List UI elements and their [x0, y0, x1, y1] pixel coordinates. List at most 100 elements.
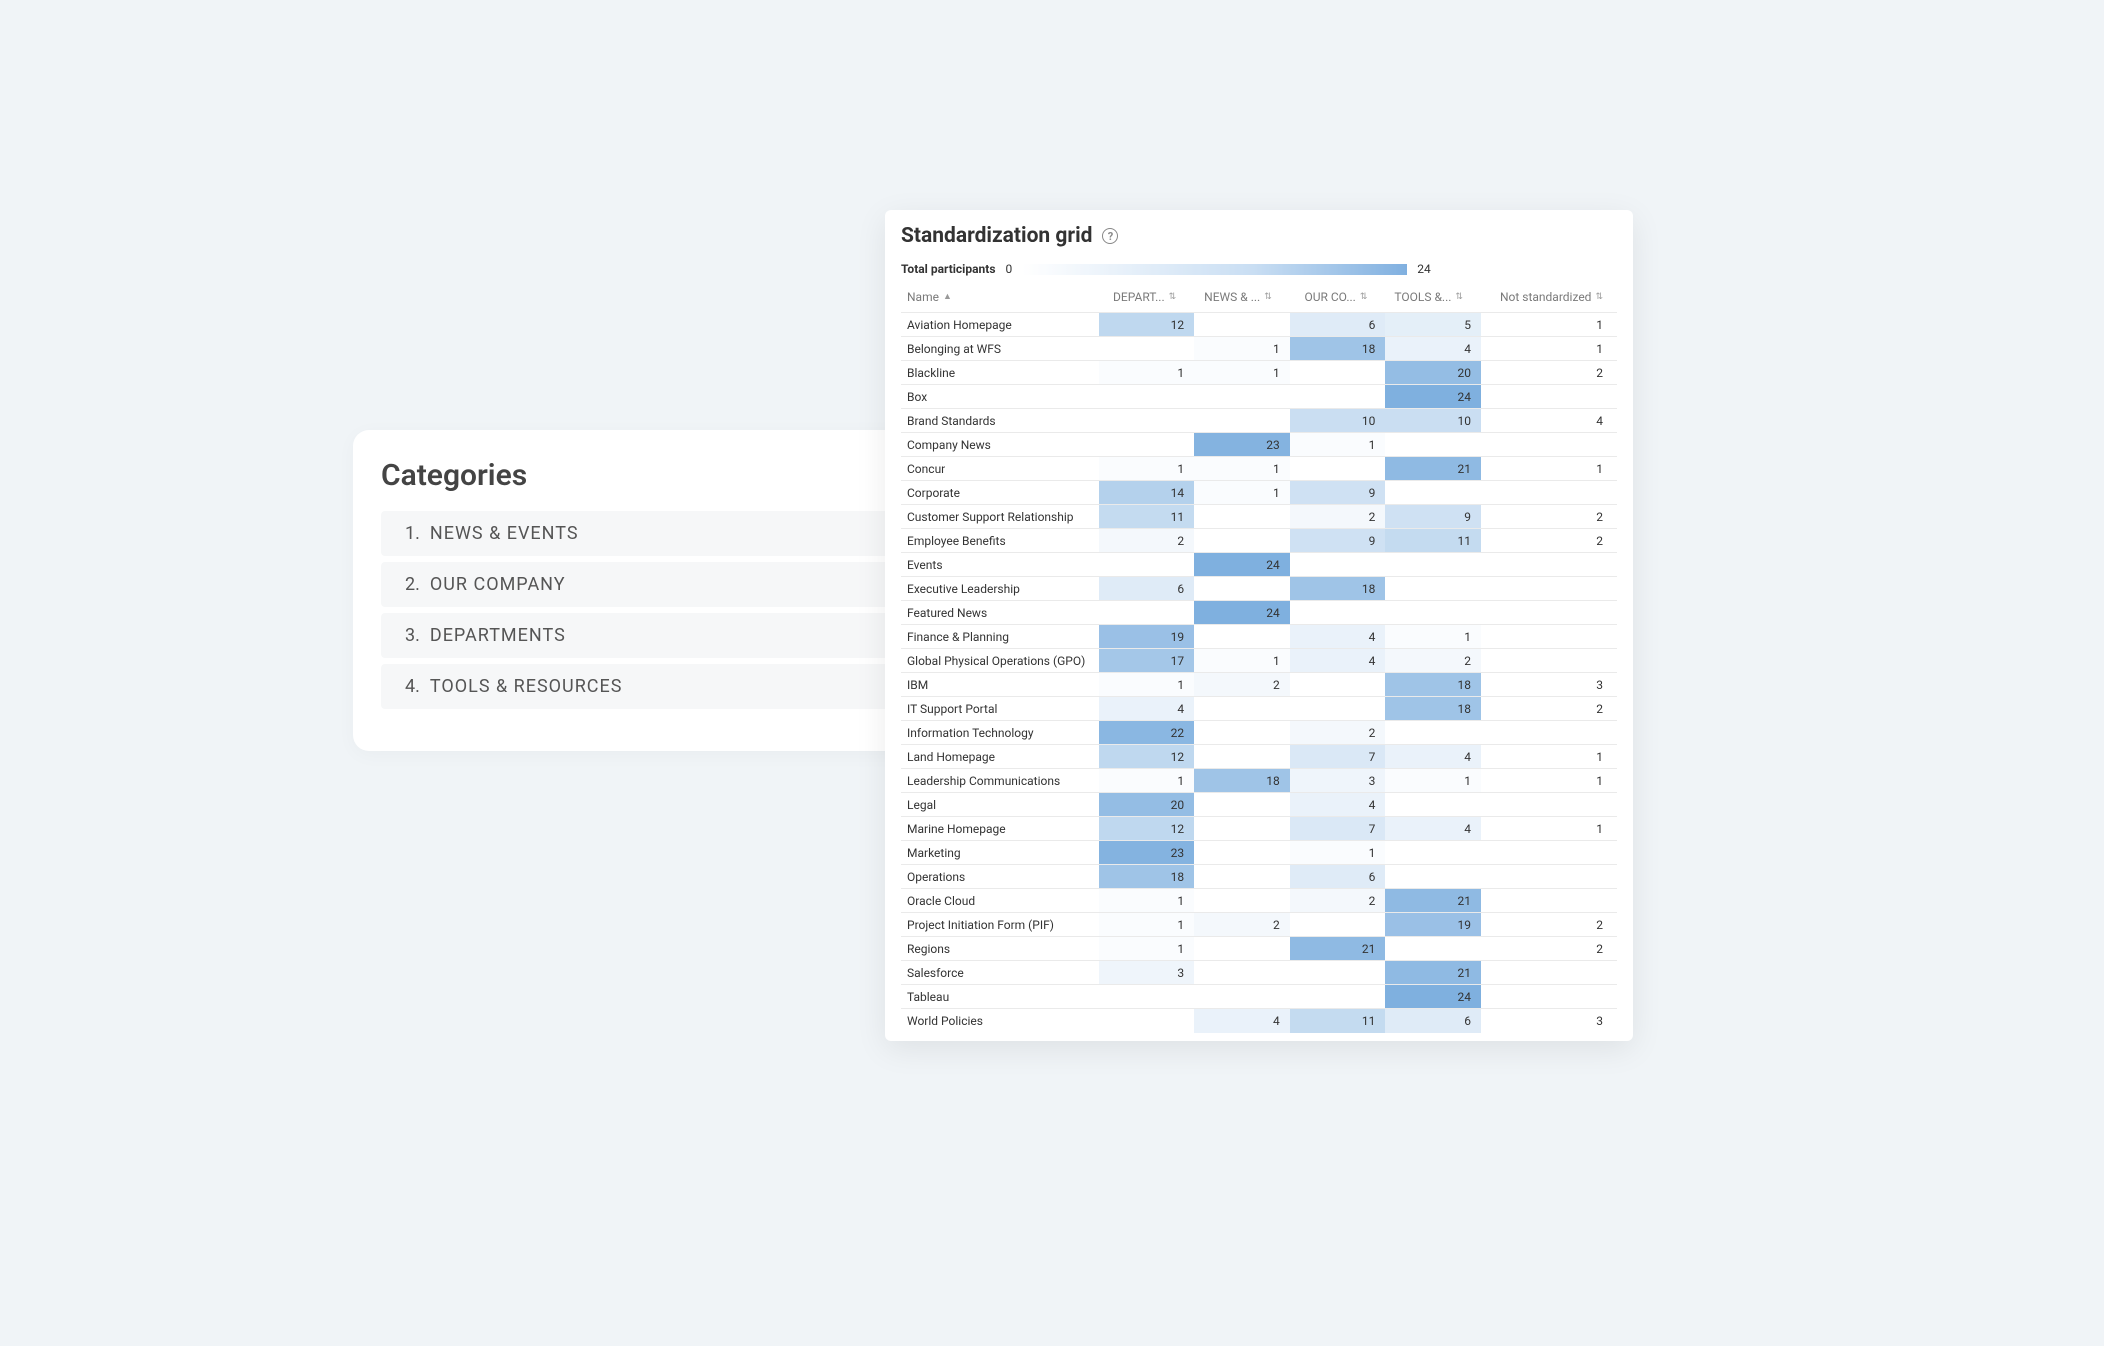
- row-name: Belonging at WFS: [901, 337, 1099, 361]
- table-row[interactable]: Regions1212: [901, 937, 1617, 961]
- cell-value: [1385, 865, 1481, 889]
- cell-not-standardized: 2: [1481, 913, 1617, 937]
- cell-value: 23: [1099, 841, 1195, 865]
- cell-value: 2: [1194, 913, 1290, 937]
- table-row[interactable]: Corporate1419: [901, 481, 1617, 505]
- table-row[interactable]: Salesforce321: [901, 961, 1617, 985]
- cell-value: [1385, 841, 1481, 865]
- category-item[interactable]: 4.TOOLS & RESOURCES: [381, 664, 955, 709]
- grid-title-row: Standardization grid ?: [901, 224, 1617, 248]
- cell-not-standardized: 1: [1481, 817, 1617, 841]
- cell-value: 1: [1194, 337, 1290, 361]
- table-row[interactable]: Aviation Homepage12651: [901, 313, 1617, 337]
- cell-value: [1194, 385, 1290, 409]
- category-item-label: OUR COMPANY: [430, 574, 566, 595]
- table-row[interactable]: Oracle Cloud1221: [901, 889, 1617, 913]
- table-row[interactable]: Concur11211: [901, 457, 1617, 481]
- cell-value: 1: [1290, 433, 1386, 457]
- col-header-departments[interactable]: DEPART...⇅: [1099, 286, 1195, 313]
- col-header-news-events[interactable]: NEWS & ...⇅: [1194, 286, 1290, 313]
- table-row[interactable]: World Policies41163: [901, 1009, 1617, 1033]
- cell-value: 14: [1099, 481, 1195, 505]
- cell-value: [1194, 409, 1290, 433]
- table-row[interactable]: Events24: [901, 553, 1617, 577]
- col-header-tools-resources[interactable]: TOOLS &...⇅: [1385, 286, 1481, 313]
- table-row[interactable]: Featured News24: [901, 601, 1617, 625]
- grid-title: Standardization grid: [901, 224, 1092, 248]
- row-name: Concur: [901, 457, 1099, 481]
- table-row[interactable]: Global Physical Operations (GPO)17142: [901, 649, 1617, 673]
- cell-value: [1194, 841, 1290, 865]
- cell-not-standardized: 4: [1481, 409, 1617, 433]
- cell-value: [1290, 553, 1386, 577]
- cell-value: 6: [1385, 1009, 1481, 1033]
- cell-value: 3: [1099, 961, 1195, 985]
- table-row[interactable]: Customer Support Relationship11292: [901, 505, 1617, 529]
- col-header-our-company[interactable]: OUR CO...⇅: [1290, 286, 1386, 313]
- cell-value: [1194, 865, 1290, 889]
- row-name: Marine Homepage: [901, 817, 1099, 841]
- cell-value: 10: [1290, 409, 1386, 433]
- row-name: Box: [901, 385, 1099, 409]
- category-item[interactable]: 3.DEPARTMENTS: [381, 613, 955, 658]
- categories-list: 1.NEWS & EVENTS 2. OUR COMPANY 3.DEPARTMENT…: [381, 511, 955, 709]
- cell-value: [1099, 985, 1195, 1009]
- cell-not-standardized: 1: [1481, 745, 1617, 769]
- cell-not-standardized: [1481, 865, 1617, 889]
- col-header-name[interactable]: Name▲: [901, 286, 1099, 313]
- category-item-number: 2.: [405, 574, 420, 595]
- cell-value: [1099, 337, 1195, 361]
- cell-value: 2: [1290, 889, 1386, 913]
- table-row[interactable]: Marine Homepage12741: [901, 817, 1617, 841]
- table-row[interactable]: Land Homepage12741: [901, 745, 1617, 769]
- row-name: Tableau: [901, 985, 1099, 1009]
- table-row[interactable]: IT Support Portal4182: [901, 697, 1617, 721]
- cell-value: 18: [1290, 337, 1386, 361]
- cell-not-standardized: [1481, 433, 1617, 457]
- cell-value: 1: [1290, 841, 1386, 865]
- cell-value: 1: [1194, 361, 1290, 385]
- table-row[interactable]: Executive Leadership618: [901, 577, 1617, 601]
- table-row[interactable]: Box24: [901, 385, 1617, 409]
- category-item-number: 1.: [405, 523, 420, 544]
- table-row[interactable]: Marketing231: [901, 841, 1617, 865]
- cell-value: [1385, 721, 1481, 745]
- table-row[interactable]: Project Initiation Form (PIF)12192: [901, 913, 1617, 937]
- cell-value: 11: [1290, 1009, 1386, 1033]
- table-row[interactable]: Operations186: [901, 865, 1617, 889]
- cell-value: 18: [1194, 769, 1290, 793]
- table-row[interactable]: Brand Standards10104: [901, 409, 1617, 433]
- table-row[interactable]: Information Technology222: [901, 721, 1617, 745]
- cell-value: 7: [1290, 745, 1386, 769]
- cell-value: [1290, 361, 1386, 385]
- cell-value: [1385, 577, 1481, 601]
- cell-value: 4: [1385, 745, 1481, 769]
- cell-not-standardized: 2: [1481, 529, 1617, 553]
- table-row[interactable]: Employee Benefits29112: [901, 529, 1617, 553]
- cell-not-standardized: [1481, 649, 1617, 673]
- table-row[interactable]: IBM12183: [901, 673, 1617, 697]
- table-row[interactable]: Blackline11202: [901, 361, 1617, 385]
- cell-value: [1099, 601, 1195, 625]
- cell-value: [1194, 889, 1290, 913]
- category-item[interactable]: 1.NEWS & EVENTS: [381, 511, 955, 556]
- table-row[interactable]: Finance & Planning1941: [901, 625, 1617, 649]
- col-header-not-standardized[interactable]: Not standardized⇅: [1481, 286, 1617, 313]
- cell-value: [1385, 553, 1481, 577]
- help-icon[interactable]: ?: [1102, 228, 1118, 244]
- table-row[interactable]: Belonging at WFS11841: [901, 337, 1617, 361]
- row-name: Employee Benefits: [901, 529, 1099, 553]
- table-row[interactable]: Company News231: [901, 433, 1617, 457]
- table-row[interactable]: Leadership Communications118311: [901, 769, 1617, 793]
- table-row[interactable]: Legal204: [901, 793, 1617, 817]
- standardization-grid-card: Standardization grid ? Total participant…: [885, 210, 1633, 1041]
- cell-value: 4: [1099, 697, 1195, 721]
- cell-not-standardized: [1481, 721, 1617, 745]
- category-item[interactable]: 2. OUR COMPANY: [381, 562, 955, 607]
- cell-value: 18: [1099, 865, 1195, 889]
- table-row[interactable]: Tableau24: [901, 985, 1617, 1009]
- cell-value: 1: [1194, 481, 1290, 505]
- row-name: Customer Support Relationship: [901, 505, 1099, 529]
- cell-value: 18: [1290, 577, 1386, 601]
- cell-not-standardized: [1481, 985, 1617, 1009]
